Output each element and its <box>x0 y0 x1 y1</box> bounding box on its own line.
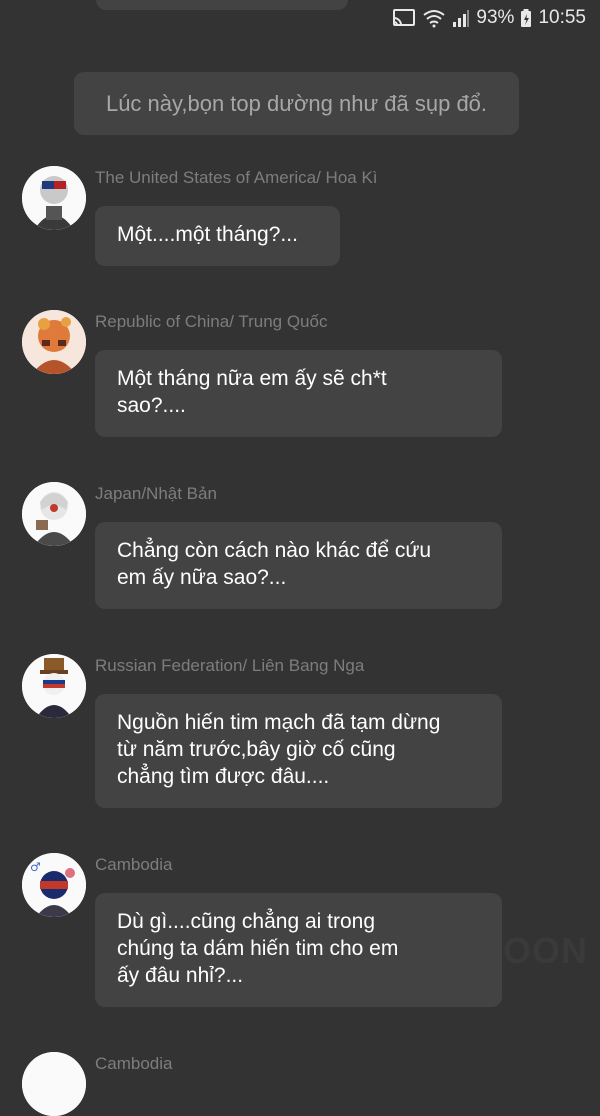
wifi-icon <box>422 8 446 28</box>
narration-text: Lúc này,bọn top dường như đã sụp đổ. <box>105 90 488 116</box>
narration-bubble: Lúc này,bọn top dường như đã sụp đổ. <box>74 72 519 135</box>
message-bubble: Chẳng còn cách nào khác để cứu em ấy nữa… <box>95 522 502 609</box>
sender-name: The United States of America/ Hoa Kì <box>95 168 378 187</box>
avatar[interactable] <box>22 310 86 374</box>
sender-name: Cambodia <box>95 1054 173 1073</box>
battery-percent: 93% <box>476 7 515 28</box>
cast-icon <box>392 8 416 28</box>
watermark-logo: OON <box>503 930 589 971</box>
avatar[interactable] <box>22 1052 86 1116</box>
message-bubble: Một tháng nữa em ấy sẽ ch*t sao?.... <box>95 350 502 437</box>
sender-name: Cambodia <box>95 855 173 874</box>
sender-name: Republic of China/ Trung Quốc <box>95 312 328 331</box>
avatar[interactable] <box>22 482 86 546</box>
sender-name: Russian Federation/ Liên Bang Nga <box>95 656 365 675</box>
clock-time: 10:55 <box>538 7 586 28</box>
message-bubble: Dù gì....cũng chẳng ai trong chúng ta dá… <box>95 893 502 1007</box>
message-bubble: Nguồn hiến tim mạch đã tạm dừng từ năm t… <box>95 694 502 808</box>
status-bar: 93% 10:55 <box>0 0 600 36</box>
signal-icon <box>452 8 470 28</box>
sender-name: Japan/Nhật Bản <box>95 484 217 503</box>
battery-charging-icon <box>520 8 532 28</box>
svg-text:♂: ♂ <box>30 860 41 874</box>
avatar[interactable] <box>22 166 86 230</box>
avatar[interactable]: ♂ <box>22 853 86 917</box>
message-bubble: Một....một tháng?... <box>95 206 340 266</box>
avatar[interactable] <box>22 654 86 718</box>
